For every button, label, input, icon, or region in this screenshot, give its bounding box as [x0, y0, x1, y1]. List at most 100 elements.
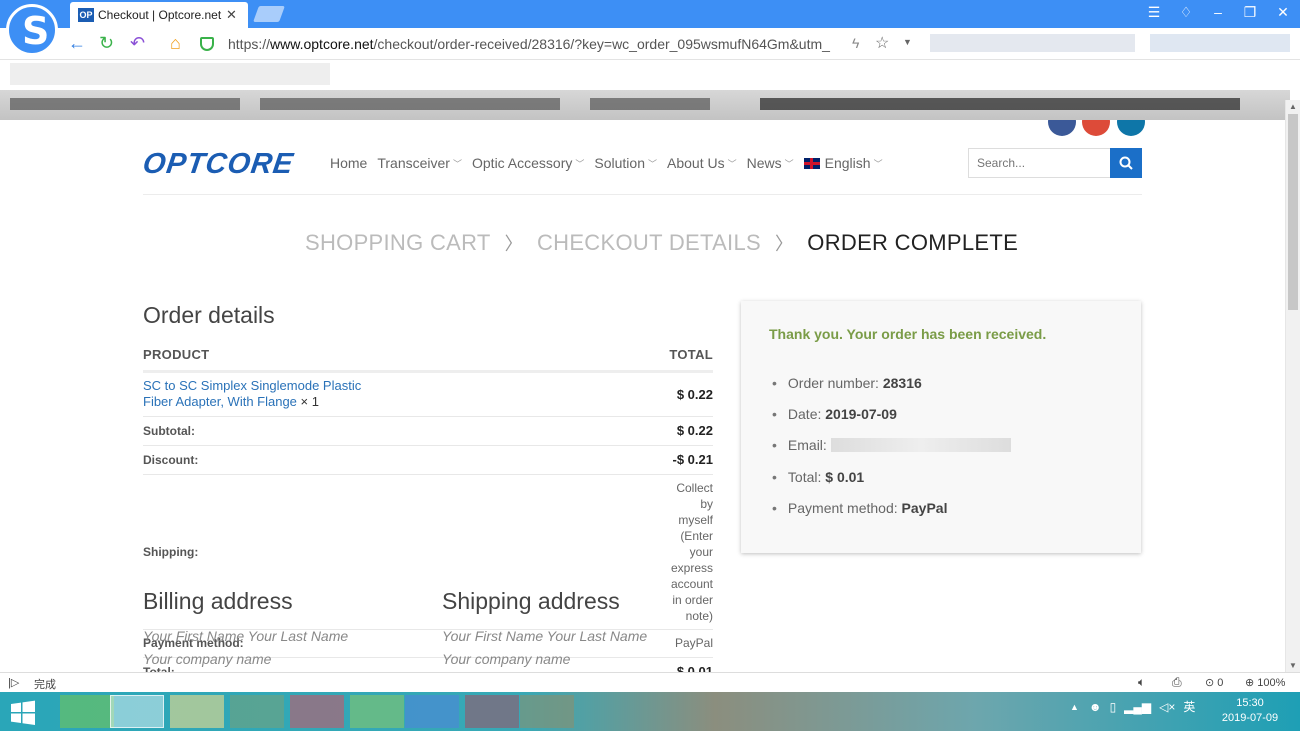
qq-icon[interactable]: ☻	[1089, 700, 1102, 714]
taskbar-app[interactable]	[520, 695, 574, 728]
nav-about-us[interactable]: About Us ﹀	[667, 155, 737, 171]
chevron-right-icon: 〉	[774, 234, 794, 254]
list-item: Payment method: PayPal	[772, 492, 1011, 523]
blurred-extensions	[1150, 34, 1290, 52]
list-item: Email:	[772, 430, 1011, 461]
nav-optic-accessory[interactable]: Optic Accessory ﹀	[472, 155, 584, 171]
billing-name: Your First Name Your Last Name	[143, 628, 349, 644]
billing-address-section: Billing address Your First Name Your Las…	[143, 588, 423, 671]
taskbar-app[interactable]	[405, 695, 459, 728]
subtotal-label: Subtotal:	[143, 416, 371, 446]
email-redacted	[830, 438, 1011, 453]
new-tab-button[interactable]	[253, 6, 285, 22]
taskbar-app[interactable]	[170, 695, 224, 728]
search-button[interactable]	[1110, 148, 1142, 178]
skin-icon[interactable]: ♢	[1176, 4, 1196, 21]
search-input[interactable]	[968, 148, 1111, 178]
taskbar-app[interactable]	[290, 695, 344, 728]
close-window-icon[interactable]: ✕	[1273, 4, 1293, 21]
site-logo[interactable]: OPTCORE	[141, 148, 296, 181]
shipping-address-section: Shipping address Your First Name Your La…	[442, 588, 722, 671]
linkedin-icon[interactable]	[1116, 120, 1145, 136]
social-links	[1048, 120, 1147, 141]
taskbar-app[interactable]	[230, 695, 284, 728]
tab-checkout[interactable]: OP Checkout | Optcore.net ✕	[70, 2, 248, 28]
step-shopping-cart[interactable]: SHOPPING CART	[305, 230, 491, 256]
uk-flag-icon	[803, 157, 820, 169]
list-item: Order number: 28316	[772, 367, 1011, 398]
power-icon[interactable]: ▯	[1110, 700, 1117, 714]
sidebar-toggle-icon[interactable]: |▷	[8, 676, 19, 689]
url-prefix: https://	[228, 36, 271, 52]
order-summary-box: Thank you. Your order has been received.…	[741, 301, 1141, 553]
total-column-header: TOTAL	[370, 345, 713, 373]
shipping-address-heading: Shipping address	[442, 588, 620, 614]
order-details-section: Order details PRODUCT TOTAL SC to SC Sim…	[143, 302, 713, 672]
scroll-up-icon[interactable]: ▲	[1289, 102, 1297, 111]
ime-indicator[interactable]: 英	[1183, 698, 1195, 715]
chevron-right-icon: 〉	[504, 234, 523, 254]
nav-transceiver[interactable]: Transceiver ﹀	[377, 155, 462, 171]
browser-logo-icon[interactable]: S	[6, 4, 58, 56]
taskbar-app[interactable]	[60, 695, 114, 728]
facebook-icon[interactable]	[1048, 120, 1076, 136]
system-clock[interactable]: 15:30 2019-07-09	[1212, 696, 1288, 726]
step-order-complete: ORDER COMPLETE	[807, 230, 1019, 255]
scroll-thumb[interactable]	[1288, 114, 1298, 310]
order-date: 2019-07-09	[825, 405, 897, 422]
taskbar-app[interactable]	[350, 695, 404, 728]
taskbar-app[interactable]	[465, 695, 519, 728]
url-dropdown-icon[interactable]: ▼	[903, 37, 912, 47]
nav-news[interactable]: News ﹀	[747, 155, 794, 171]
tray-expand-icon[interactable]: ▲	[1070, 702, 1079, 712]
list-item: Total: $ 0.01	[772, 461, 1011, 492]
step-checkout-details[interactable]: CHECKOUT DETAILS	[537, 230, 761, 256]
scroll-down-icon[interactable]: ▼	[1289, 661, 1297, 670]
bookmark-star-icon[interactable]: ☆	[875, 33, 889, 53]
restore-icon[interactable]: ❐	[1240, 4, 1260, 21]
nav-language[interactable]: English ﹀	[803, 155, 883, 171]
favicon-icon: OP	[78, 8, 94, 22]
undo-icon[interactable]: ↶	[130, 33, 145, 54]
page-scrollbar[interactable]: ▲ ▼	[1285, 100, 1300, 672]
discount-label: Discount:	[143, 445, 371, 475]
billing-address-heading: Billing address	[143, 588, 293, 614]
menu-icon[interactable]: ☰	[1144, 4, 1164, 21]
chevron-down-icon: ﹀	[784, 158, 794, 169]
minimize-icon[interactable]: –	[1208, 4, 1228, 20]
chevron-down-icon: ﹀	[452, 158, 462, 169]
discount-value: -$ 0.21	[370, 445, 713, 475]
url-field[interactable]: https://www.optcore.net/checkout/order-r…	[200, 32, 920, 56]
product-column-header: PRODUCT	[143, 345, 371, 373]
home-icon[interactable]: ⌂	[170, 33, 181, 54]
refresh-icon[interactable]: ↻	[99, 33, 114, 54]
page-viewport: OPTCORE Home Transceiver ﹀ Optic Accessor…	[0, 120, 1285, 672]
tab-close-icon[interactable]: ✕	[226, 7, 237, 23]
google-plus-icon[interactable]	[1082, 120, 1111, 136]
shipping-company: Your company name	[442, 651, 571, 667]
screenshot-icon[interactable]: ⎙	[1172, 675, 1182, 690]
taskbar-app-browser[interactable]	[110, 695, 164, 728]
table-row: Subtotal: $ 0.22	[143, 416, 713, 446]
volume-icon[interactable]: 🔈︎	[1138, 675, 1145, 690]
chevron-down-icon: ﹀	[575, 158, 585, 169]
search-icon	[1119, 156, 1133, 170]
zoom-indicator[interactable]: ⊕ 100%	[1245, 676, 1285, 689]
table-row: Discount: -$ 0.21	[143, 445, 713, 475]
order-total: $ 0.01	[825, 468, 865, 485]
checkout-steps: SHOPPING CART 〉 CHECKOUT DETAILS 〉 ORDER…	[305, 230, 1018, 256]
thank-you-message: Thank you. Your order has been received.	[769, 326, 1047, 342]
network-icon[interactable]: ▂▄▆	[1124, 700, 1151, 714]
nav-home[interactable]: Home	[330, 155, 367, 171]
mute-icon[interactable]: ◁×	[1159, 700, 1175, 714]
download-indicator[interactable]: ⊙ 0	[1205, 676, 1223, 689]
nav-solution[interactable]: Solution ﹀	[594, 155, 657, 171]
chevron-down-icon: ﹀	[727, 158, 737, 169]
back-icon[interactable]: ←	[68, 33, 86, 54]
product-link[interactable]: SC to SC Simplex Singlemode Plastic Fibe…	[143, 378, 361, 409]
status-text: 完成	[34, 679, 56, 691]
chevron-down-icon: ﹀	[647, 158, 657, 169]
bookmarks-bar	[0, 60, 1300, 90]
windows-start-icon[interactable]	[10, 700, 36, 726]
lightning-icon[interactable]: ϟ	[852, 35, 859, 51]
